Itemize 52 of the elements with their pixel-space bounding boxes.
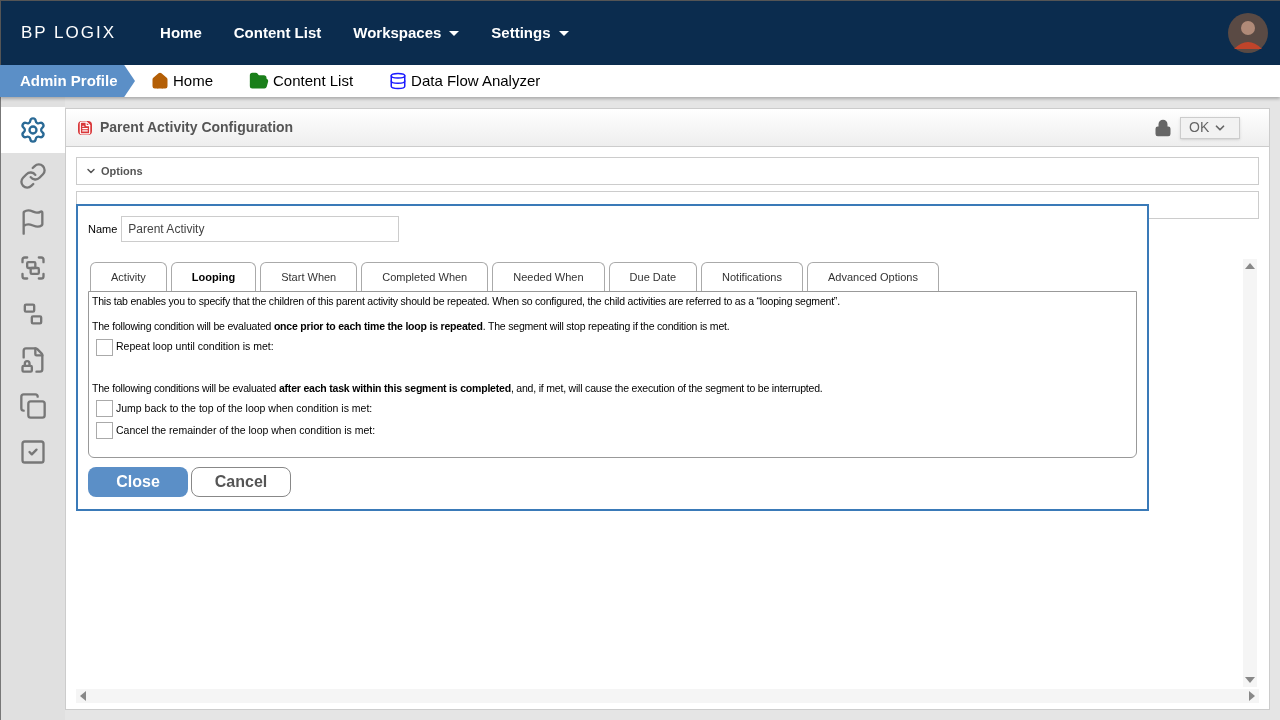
- tab[interactable]: Due Date: [608, 262, 698, 291]
- name-field[interactable]: Parent Activity: [121, 216, 400, 242]
- tab[interactable]: Completed When: [361, 262, 489, 291]
- scroll-down-icon[interactable]: [1245, 677, 1255, 683]
- group-icon: [19, 254, 47, 282]
- avatar[interactable]: [1228, 13, 1268, 53]
- home-icon: [151, 72, 169, 90]
- scroll-left-icon[interactable]: [80, 691, 86, 701]
- scroll-right-icon[interactable]: [1249, 691, 1255, 701]
- ok-button[interactable]: OK: [1180, 116, 1240, 139]
- horizontal-scrollbar[interactable]: [76, 689, 1259, 703]
- tab[interactable]: Activity: [90, 262, 167, 291]
- checkbox[interactable]: [96, 400, 113, 418]
- tab[interactable]: Looping: [170, 262, 257, 291]
- checkbox-label: Jump back to the top of the loop when condition is met:: [116, 400, 373, 416]
- caret-icon: [558, 30, 569, 36]
- name-label: Name: [88, 221, 118, 237]
- checked-document-icon: [19, 438, 47, 466]
- sidebar-item[interactable]: [1, 107, 65, 153]
- section-title: Options: [101, 163, 143, 179]
- copy-icon: [19, 392, 47, 420]
- checkbox[interactable]: [96, 422, 113, 440]
- intro-text: This tab enables you to specify that the children of this parent activity should be repeated. When so configured, the child activities are referred to as a “looping segment”.: [92, 294, 841, 309]
- condition-description: The following conditions will be evaluated after each task within this segment is completed, and, if met, will cause the execution of the segment to be interrupted.: [92, 380, 824, 396]
- panel-title: Parent Activity Configuration: [100, 118, 294, 137]
- nav-link[interactable]: Workspaces: [353, 21, 460, 45]
- folder-icon: [249, 71, 269, 91]
- breadcrumb-link[interactable]: Home: [173, 69, 213, 93]
- nav-link[interactable]: Home: [160, 21, 202, 45]
- condition-description: The following condition will be evaluated once prior to each time the loop is repeated. The segment will stop repeating if the condition is met.: [92, 318, 731, 334]
- nav-link[interactable]: Content List: [233, 21, 322, 45]
- tab[interactable]: Notifications: [701, 262, 803, 291]
- tab[interactable]: Advanced Options: [807, 262, 939, 291]
- caret-icon: [449, 30, 460, 36]
- section-header[interactable]: Options: [76, 157, 1259, 185]
- link-icon: [19, 162, 47, 190]
- checkbox-label: Repeat loop until condition is met:: [116, 339, 274, 355]
- database-icon: [389, 72, 408, 90]
- scroll-up-icon[interactable]: [1245, 263, 1255, 269]
- breadcrumb-link[interactable]: Data Flow Analyzer: [411, 69, 541, 93]
- lock-icon: [1154, 118, 1172, 137]
- cancel-button[interactable]: Cancel: [191, 467, 291, 497]
- checkbox[interactable]: [96, 338, 113, 356]
- tab[interactable]: Start When: [260, 262, 358, 291]
- vertical-scrollbar[interactable]: [1243, 259, 1257, 687]
- gears-icon: [19, 116, 47, 144]
- breadcrumb-link[interactable]: Content List: [273, 69, 354, 93]
- checkbox-label: Cancel the remainder of the loop when condition is met:: [116, 422, 376, 438]
- document-icon: [78, 120, 92, 135]
- logo[interactable]: BP LOGIX: [21, 20, 117, 46]
- tab[interactable]: Needed When: [492, 262, 605, 291]
- nav-link[interactable]: Settings: [491, 21, 569, 45]
